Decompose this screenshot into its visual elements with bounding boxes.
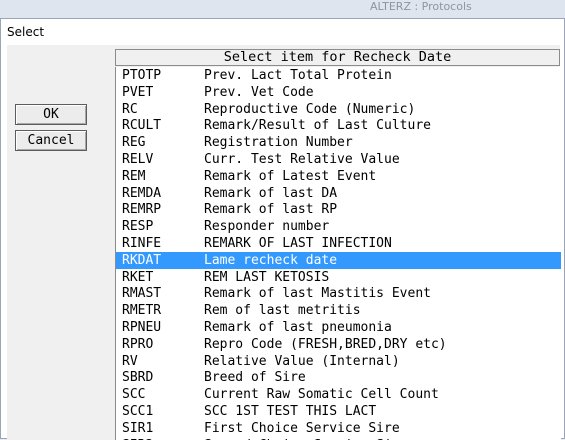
item-description: Remark of last RP bbox=[204, 202, 338, 218]
item-code: REMDA bbox=[122, 185, 162, 201]
item-description: REM LAST KETOSIS bbox=[204, 269, 330, 285]
list-item[interactable]: SCC1 SCC 1ST TEST THIS LACT bbox=[116, 403, 561, 420]
item-code: RPNEU bbox=[122, 320, 162, 335]
item-description: Remark of Latest Event bbox=[204, 168, 377, 184]
item-description: Breed of Sire bbox=[204, 370, 306, 386]
list-item[interactable]: REG Registration Number bbox=[116, 134, 561, 151]
item-code: REMRP bbox=[122, 202, 162, 218]
item-code: RINFE bbox=[122, 236, 162, 251]
list-item[interactable]: RESP Responder number bbox=[116, 218, 561, 235]
item-description: Current Raw Somatic Cell Count bbox=[204, 387, 439, 403]
ok-button[interactable]: OK bbox=[15, 104, 87, 125]
item-code: RELV bbox=[122, 152, 154, 167]
list-item[interactable]: SCC Current Raw Somatic Cell Count bbox=[116, 386, 561, 403]
item-description: Remark of last DA bbox=[204, 185, 338, 201]
item-description: Second Choice Service Sire bbox=[204, 437, 408, 440]
list-heading: Select item for Recheck Date bbox=[115, 49, 560, 66]
list-item[interactable]: REM Remark of Latest Event bbox=[116, 168, 561, 185]
item-description: Remark of last pneumonia bbox=[204, 320, 392, 335]
item-description: Curr. Test Relative Value bbox=[204, 152, 400, 167]
item-list[interactable]: PTOTP Prev. Lact Total Protein PVET Prev. V… bbox=[115, 67, 561, 440]
item-code: RV bbox=[122, 353, 138, 369]
list-item[interactable]: RC Reproductive Code (Numeric) bbox=[116, 101, 561, 118]
item-code: SCC1 bbox=[122, 404, 154, 419]
item-code: SBRD bbox=[122, 370, 154, 386]
item-description: Relative Value (Internal) bbox=[204, 353, 400, 369]
dialog-titlebar[interactable]: Select bbox=[1, 19, 564, 45]
item-code: RC bbox=[122, 101, 138, 117]
list-item[interactable]: REMDA Remark of last DA bbox=[116, 185, 561, 202]
item-code: RESP bbox=[122, 219, 154, 235]
item-description: Prev. Vet Code bbox=[204, 84, 314, 100]
item-code: SCC bbox=[122, 387, 146, 403]
list-item[interactable]: PVET Prev. Vet Code bbox=[116, 84, 561, 101]
list-item[interactable]: RV Relative Value (Internal) bbox=[116, 353, 561, 370]
item-code: RPRO bbox=[122, 336, 154, 352]
item-description: Lame recheck date bbox=[204, 252, 338, 268]
item-code: REM bbox=[122, 168, 146, 184]
item-description: Registration Number bbox=[204, 135, 353, 151]
background-window-title: ALTERZ : Protocols bbox=[370, 0, 472, 13]
list-item[interactable]: RELV Curr. Test Relative Value bbox=[116, 151, 561, 168]
item-description: Reproductive Code (Numeric) bbox=[204, 101, 416, 117]
button-panel: OK Cancel bbox=[7, 67, 117, 440]
item-code: RMAST bbox=[122, 286, 162, 302]
item-code: PTOTP bbox=[122, 68, 162, 83]
list-item[interactable]: RPRO Repro Code (FRESH,BRED,DRY etc) bbox=[116, 336, 561, 353]
item-code: RMETR bbox=[122, 303, 162, 319]
list-item[interactable]: RMETR Rem of last metritis bbox=[116, 302, 561, 319]
list-item[interactable]: RINFE REMARK OF LAST INFECTION bbox=[116, 235, 561, 252]
item-code: SIR1 bbox=[122, 420, 154, 436]
item-description: Remark/Result of Last Culture bbox=[204, 118, 431, 134]
list-item[interactable]: RCULT Remark/Result of Last Culture bbox=[116, 117, 561, 134]
item-description: Remark of last Mastitis Event bbox=[204, 286, 431, 302]
list-item[interactable]: RMAST Remark of last Mastitis Event bbox=[116, 285, 561, 302]
item-description: REMARK OF LAST INFECTION bbox=[204, 236, 392, 251]
list-item[interactable]: RKET REM LAST KETOSIS bbox=[116, 269, 561, 286]
list-item[interactable]: REMRP Remark of last RP bbox=[116, 201, 561, 218]
list-item[interactable]: SIR2 Second Choice Service Sire bbox=[116, 437, 561, 440]
item-description: Responder number bbox=[204, 219, 330, 235]
item-code: REG bbox=[122, 135, 146, 151]
item-description: Rem of last metritis bbox=[204, 303, 361, 319]
select-dialog: Select Select item for Recheck Date OK C… bbox=[0, 18, 565, 440]
item-code: RKET bbox=[122, 269, 154, 285]
item-code: PVET bbox=[122, 84, 154, 100]
cancel-button[interactable]: Cancel bbox=[15, 130, 87, 151]
item-code: RKDAT bbox=[122, 252, 162, 268]
item-description: Prev. Lact Total Protein bbox=[204, 68, 392, 83]
item-code: RCULT bbox=[122, 118, 162, 134]
dialog-title: Select bbox=[7, 25, 45, 39]
list-item[interactable]: RKDAT Lame recheck date bbox=[116, 251, 561, 269]
item-description: First Choice Service Sire bbox=[204, 420, 400, 436]
list-item[interactable]: PTOTP Prev. Lact Total Protein bbox=[116, 67, 561, 84]
list-item[interactable]: SIR1 First Choice Service Sire bbox=[116, 420, 561, 437]
item-code: SIR2 bbox=[122, 437, 153, 440]
item-description: SCC 1ST TEST THIS LACT bbox=[204, 404, 377, 419]
list-item[interactable]: RPNEU Remark of last pneumonia bbox=[116, 319, 561, 336]
dialog-body: Select item for Recheck Date OK Cancel P… bbox=[7, 45, 561, 440]
list-item[interactable]: SBRD Breed of Sire bbox=[116, 369, 561, 386]
item-description: Repro Code (FRESH,BRED,DRY etc) bbox=[204, 336, 447, 352]
